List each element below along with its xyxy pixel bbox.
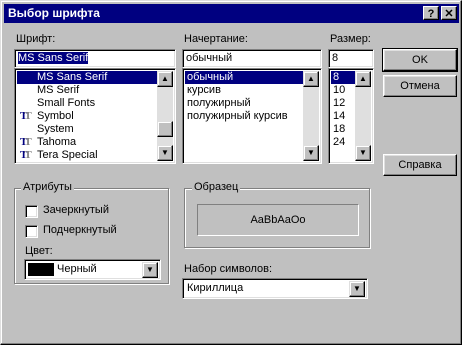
charset-label: Набор символов: — [184, 263, 273, 275]
font-name-value: MS Sans Serif — [18, 52, 89, 64]
style-list-item[interactable]: полужирный — [185, 97, 319, 110]
font-list-item-label: Tahoma — [37, 136, 77, 148]
font-style-input[interactable]: обычный — [182, 49, 322, 68]
strikeout-checkbox[interactable] — [25, 205, 38, 218]
truetype-icon: TT — [20, 110, 32, 122]
window-title: Выбор шрифта — [8, 6, 100, 20]
size-list-scrollbar[interactable]: ▲ ▼ — [355, 71, 371, 161]
color-combo[interactable]: Черный ▼ — [24, 259, 161, 280]
sample-preview: AaBbAaOo — [197, 204, 359, 236]
strikeout-label[interactable]: Зачеркнутый — [43, 204, 109, 216]
font-label: Шрифт: — [16, 33, 55, 45]
font-list-item-label: Symbol — [37, 110, 74, 122]
charset-value: Кириллица — [187, 282, 244, 294]
font-list-item[interactable]: Small Fonts — [17, 97, 173, 110]
font-list-item[interactable]: System — [17, 123, 173, 136]
font-list-item[interactable]: TT Tera Special — [17, 149, 173, 162]
font-list-item[interactable]: MS Sans Serif — [17, 71, 173, 84]
help-title-button[interactable]: ? — [423, 6, 439, 20]
title-bar: Выбор шрифта ? ✕ — [4, 4, 459, 23]
font-list-item-label: MS Serif — [37, 84, 80, 96]
font-list-item[interactable]: TT Tahoma — [17, 136, 173, 149]
scroll-down-icon[interactable]: ▼ — [355, 145, 371, 161]
font-size-input[interactable]: 8 — [328, 49, 374, 68]
font-list-scrollbar[interactable]: ▲ ▼ — [157, 71, 173, 161]
font-list-item[interactable]: TT Symbol — [17, 110, 173, 123]
font-list-item-label: Tera Special — [37, 149, 98, 161]
font-dialog: Выбор шрифта ? ✕ Шрифт: MS Sans Serif MS… — [0, 0, 462, 345]
font-style-list[interactable]: обычный курсив полужирный полужирный курсив… — [182, 68, 322, 164]
font-size-list[interactable]: 8 10 12 14 18 24 ▲ ▼ — [328, 68, 374, 164]
style-list-item[interactable]: обычный — [185, 71, 319, 84]
close-icon[interactable]: ✕ — [441, 6, 457, 20]
color-swatch — [28, 263, 54, 276]
font-list-items: MS Sans Serif MS Serif Small Fonts TT Symbol… — [17, 71, 173, 162]
sample-group-title: Образец — [192, 181, 241, 193]
style-list-scrollbar[interactable]: ▲ ▼ — [303, 71, 319, 161]
scroll-up-icon[interactable]: ▲ — [355, 71, 371, 87]
font-list-item-label: System — [37, 123, 74, 135]
chevron-down-icon[interactable]: ▼ — [142, 262, 158, 278]
chevron-down-icon[interactable]: ▼ — [349, 281, 365, 297]
ok-button[interactable]: OK — [382, 48, 458, 72]
size-label: Размер: — [330, 33, 371, 45]
font-list-item-label: Small Fonts — [37, 97, 96, 109]
truetype-icon: TT — [20, 149, 32, 161]
scroll-thumb[interactable] — [157, 121, 173, 137]
font-list-item[interactable]: MS Serif — [17, 84, 173, 97]
style-list-items: обычный курсив полужирный полужирный курсив — [185, 71, 319, 123]
help-button[interactable]: Справка — [383, 154, 457, 176]
cancel-button[interactable]: Отмена — [383, 75, 457, 97]
sample-text: AaBbAaOo — [250, 214, 306, 226]
font-name-input[interactable]: MS Sans Serif — [14, 49, 176, 68]
charset-combo[interactable]: Кириллица ▼ — [182, 278, 368, 299]
underline-checkbox[interactable] — [25, 225, 38, 238]
font-label-text: Шрифт: — [16, 33, 56, 45]
style-label: Начертание: — [184, 33, 248, 45]
scroll-down-icon[interactable]: ▼ — [303, 145, 319, 161]
scroll-up-icon[interactable]: ▲ — [157, 71, 173, 87]
scroll-up-icon[interactable]: ▲ — [303, 71, 319, 87]
underline-label[interactable]: Подчеркнутый — [43, 224, 117, 236]
font-list-item-label: MS Sans Serif — [37, 71, 108, 83]
color-label: Цвет: — [25, 245, 53, 257]
color-value: Черный — [57, 263, 97, 275]
effects-group-title: Атрибуты — [21, 181, 74, 193]
scroll-down-icon[interactable]: ▼ — [157, 145, 173, 161]
style-list-item[interactable]: полужирный курсив — [185, 110, 319, 123]
truetype-icon: TT — [20, 136, 32, 148]
font-list[interactable]: MS Sans Serif MS Serif Small Fonts TT Symbol… — [14, 68, 176, 164]
style-list-item[interactable]: курсив — [185, 84, 319, 97]
